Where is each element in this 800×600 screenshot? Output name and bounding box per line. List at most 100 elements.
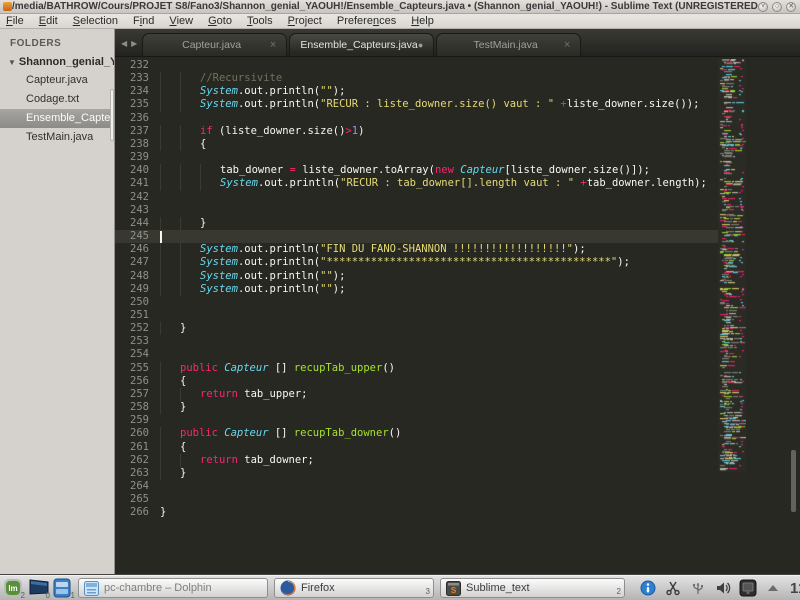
usb-device-icon[interactable] bbox=[689, 579, 707, 597]
code-line-257[interactable]: 257return tab_upper; bbox=[115, 388, 718, 401]
code-line-266[interactable]: 266} bbox=[115, 506, 718, 519]
code-line-259[interactable]: 259 bbox=[115, 414, 718, 427]
code-text: } bbox=[156, 217, 206, 230]
app-menu-icon[interactable]: lm2 bbox=[3, 578, 25, 599]
code-line-236[interactable]: 236 bbox=[115, 112, 718, 125]
code-line-238[interactable]: 238{ bbox=[115, 138, 718, 151]
tab-close-icon[interactable]: × bbox=[564, 39, 570, 51]
tab-scroll-left-icon[interactable]: ◀ bbox=[121, 39, 127, 48]
editor-pane[interactable]: 232233//Recursivite234System.out.println… bbox=[115, 57, 800, 575]
code-line-253[interactable]: 253 bbox=[115, 335, 718, 348]
line-number: 240 bbox=[115, 164, 156, 177]
tab-ensemble-capteurs-java[interactable]: Ensemble_Capteurs.java● bbox=[289, 33, 434, 56]
menu-view[interactable]: View bbox=[169, 15, 193, 27]
tab-testmain-java[interactable]: TestMain.java× bbox=[436, 33, 581, 56]
task-label: Firefox bbox=[301, 582, 335, 594]
line-number: 251 bbox=[115, 309, 156, 322]
menu-selection[interactable]: Selection bbox=[73, 15, 118, 27]
code-line-240[interactable]: 240tab_downer = liste_downer.toArray(new… bbox=[115, 164, 718, 177]
taskbar-button-pc-chambre-dolphin[interactable]: pc-chambre – Dolphin bbox=[78, 578, 268, 598]
show-desktop-icon[interactable]: 0 bbox=[28, 578, 50, 599]
code-line-242[interactable]: 242 bbox=[115, 191, 718, 204]
tab-label: Ensemble_Capteurs.java bbox=[300, 39, 418, 51]
code-line-239[interactable]: 239 bbox=[115, 151, 718, 164]
taskbar-button-sublime-text[interactable]: SSublime_text2 bbox=[440, 578, 625, 598]
menu-find[interactable]: Find bbox=[133, 15, 154, 27]
code-line-237[interactable]: 237if (liste_downer.size()>1) bbox=[115, 125, 718, 138]
line-number: 237 bbox=[115, 125, 156, 138]
tab-capteur-java[interactable]: Capteur.java× bbox=[142, 33, 287, 56]
window-titlebar[interactable]: /media/BATHROW/Cours/PROJET S8/Fano3/Sha… bbox=[0, 0, 800, 14]
code-line-260[interactable]: 260public Capteur [] recupTab_downer() bbox=[115, 427, 718, 440]
tab-close-icon[interactable]: × bbox=[270, 39, 276, 51]
code-line-234[interactable]: 234System.out.println(""); bbox=[115, 85, 718, 98]
minimize-button[interactable]: ˅ bbox=[758, 2, 768, 12]
modified-dot-icon[interactable]: ● bbox=[418, 40, 423, 50]
code-text: public Capteur [] recupTab_upper() bbox=[156, 362, 395, 375]
menu-goto[interactable]: Goto bbox=[208, 15, 232, 27]
tab-scroll-right-icon[interactable]: ▶ bbox=[131, 39, 137, 48]
sidebar-root-folder[interactable]: ▼Shannon_genial_YAOUH bbox=[0, 53, 114, 71]
indent-guide bbox=[160, 270, 180, 283]
sidebar-item-codage-txt[interactable]: Codage.txt bbox=[0, 90, 114, 109]
code-line-256[interactable]: 256{ bbox=[115, 375, 718, 388]
code-line-248[interactable]: 248System.out.println(""); bbox=[115, 270, 718, 283]
code-line-243[interactable]: 243 bbox=[115, 204, 718, 217]
sidebar-scrollbar[interactable] bbox=[110, 89, 114, 141]
code-line-247[interactable]: 247System.out.println("*****************… bbox=[115, 256, 718, 269]
code-line-232[interactable]: 232 bbox=[115, 59, 718, 72]
menu-tools[interactable]: Tools bbox=[247, 15, 273, 27]
code-line-235[interactable]: 235System.out.println("RECUR : liste_dow… bbox=[115, 98, 718, 111]
clock[interactable]: 11:27 bbox=[790, 580, 800, 597]
indent-guide bbox=[160, 85, 180, 98]
maximize-button[interactable]: ○ bbox=[772, 2, 782, 12]
line-number: 233 bbox=[115, 72, 156, 85]
code-line-245[interactable]: 245 bbox=[115, 230, 718, 243]
menu-file[interactable]: File bbox=[6, 15, 24, 27]
code-area[interactable]: 232233//Recursivite234System.out.println… bbox=[115, 59, 718, 519]
line-number: 262 bbox=[115, 454, 156, 467]
code-line-246[interactable]: 246System.out.println("FIN DU FANO-SHANN… bbox=[115, 243, 718, 256]
menu-edit[interactable]: Edit bbox=[39, 15, 58, 27]
minimap[interactable] bbox=[718, 59, 746, 472]
code-line-249[interactable]: 249System.out.println(""); bbox=[115, 283, 718, 296]
taskbar-button-firefox[interactable]: Firefox3 bbox=[274, 578, 434, 598]
sidebar-item-testmain-java[interactable]: TestMain.java bbox=[0, 128, 114, 147]
sidebar-item-capteur-java[interactable]: Capteur.java bbox=[0, 71, 114, 90]
volume-icon[interactable] bbox=[714, 579, 732, 597]
code-line-251[interactable]: 251 bbox=[115, 309, 718, 322]
panel-expander-icon[interactable] bbox=[764, 579, 782, 597]
indent-guide bbox=[180, 388, 200, 401]
code-line-244[interactable]: 244} bbox=[115, 217, 718, 230]
editor-scrollbar[interactable] bbox=[791, 450, 796, 512]
code-line-252[interactable]: 252} bbox=[115, 322, 718, 335]
code-text bbox=[156, 348, 160, 361]
code-line-262[interactable]: 262return tab_downer; bbox=[115, 454, 718, 467]
launcher-badge: 0 bbox=[46, 591, 50, 600]
code-text bbox=[156, 151, 160, 164]
sidebar-file-list: Capteur.javaCodage.txtEnsemble_CapteursT… bbox=[0, 71, 114, 147]
menu-project[interactable]: Project bbox=[288, 15, 322, 27]
code-line-250[interactable]: 250 bbox=[115, 296, 718, 309]
update-notifier-icon[interactable] bbox=[639, 579, 657, 597]
code-line-241[interactable]: 241System.out.println("RECUR : tab_downe… bbox=[115, 177, 718, 190]
menu-help[interactable]: Help bbox=[411, 15, 434, 27]
code-line-263[interactable]: 263} bbox=[115, 467, 718, 480]
close-button[interactable]: ✕ bbox=[786, 2, 796, 12]
device-notifier-icon[interactable] bbox=[739, 579, 757, 597]
code-line-264[interactable]: 264 bbox=[115, 480, 718, 493]
code-line-233[interactable]: 233//Recursivite bbox=[115, 72, 718, 85]
line-number: 242 bbox=[115, 191, 156, 204]
sidebar-item-ensemble-capteurs[interactable]: Ensemble_Capteurs bbox=[0, 109, 114, 128]
code-line-255[interactable]: 255public Capteur [] recupTab_upper() bbox=[115, 362, 718, 375]
pager-icon[interactable]: 1 bbox=[53, 578, 75, 599]
code-text bbox=[156, 309, 160, 322]
clipboard-scissors-icon[interactable] bbox=[664, 579, 682, 597]
code-line-265[interactable]: 265 bbox=[115, 493, 718, 506]
code-line-254[interactable]: 254 bbox=[115, 348, 718, 361]
code-line-261[interactable]: 261{ bbox=[115, 441, 718, 454]
line-number: 236 bbox=[115, 112, 156, 125]
line-number: 254 bbox=[115, 348, 156, 361]
code-line-258[interactable]: 258} bbox=[115, 401, 718, 414]
menu-preferences[interactable]: Preferences bbox=[337, 15, 396, 27]
